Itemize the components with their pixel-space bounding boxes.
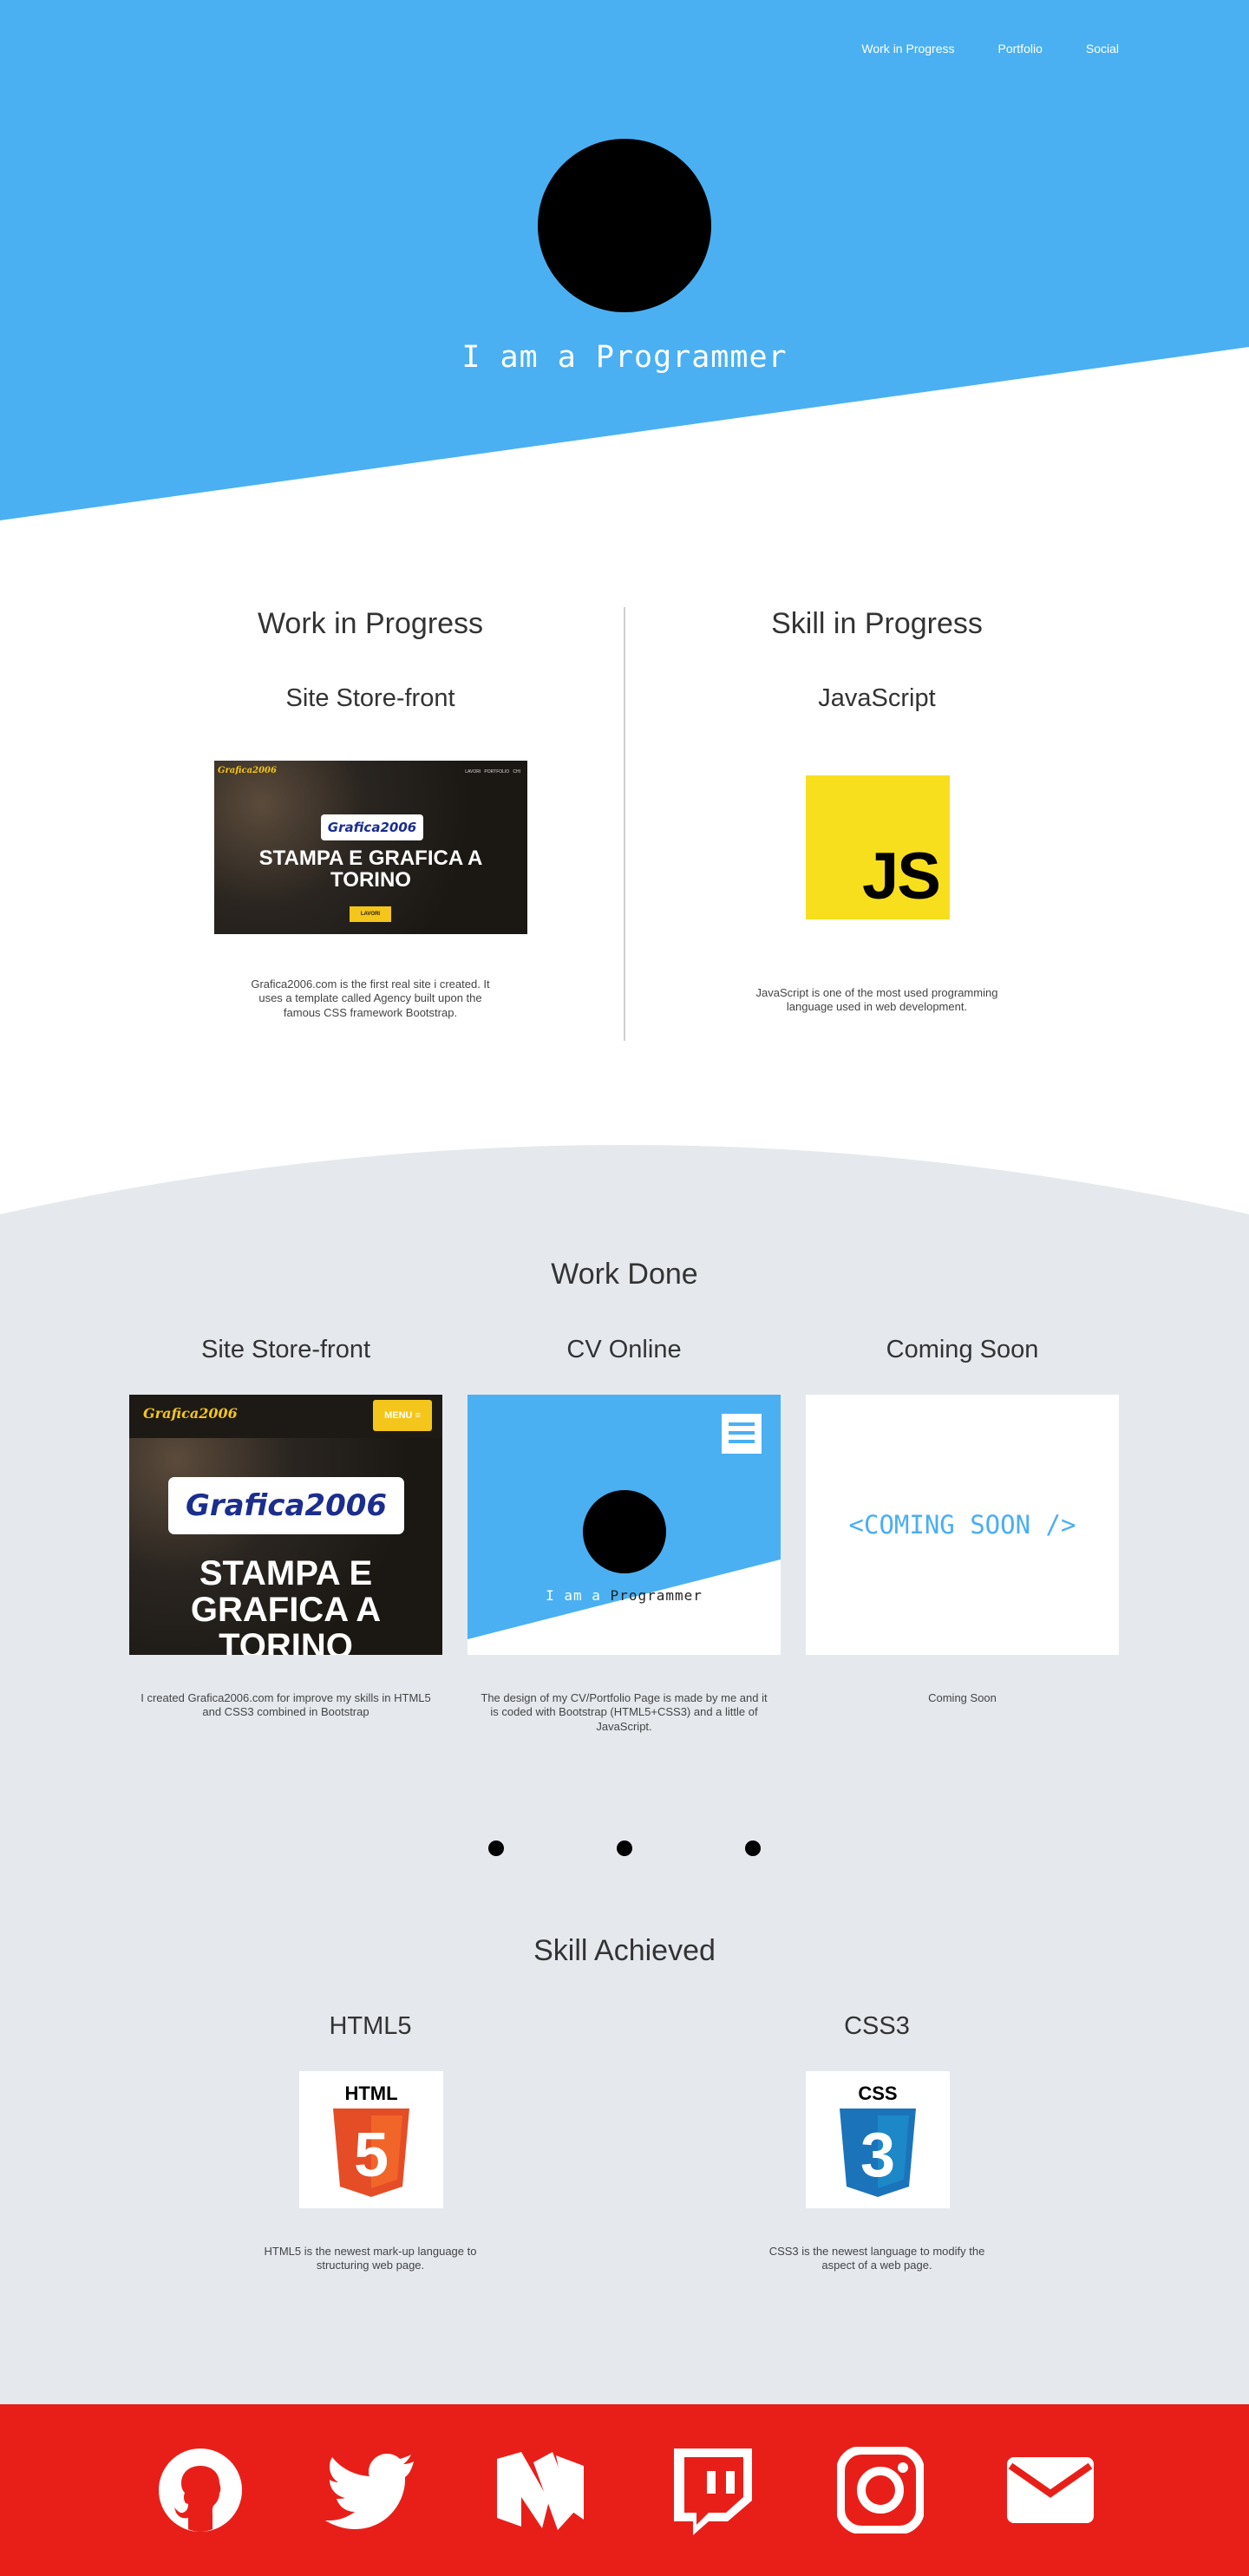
cv-online-screenshot[interactable]: I am a Programmer (468, 1395, 781, 1655)
top-nav: Work in Progress Portfolio Social (861, 42, 1119, 56)
css3-logo-icon: CSS 3 (806, 2071, 950, 2208)
css3-logo-label: CSS (858, 2082, 897, 2104)
card-title: Site Store-front (200, 1336, 371, 1363)
html5-shield-icon: HTML 5 (333, 2082, 409, 2197)
card-description: The design of my CV/Portfolio Page is ma… (481, 1691, 768, 1733)
work-in-progress-column: Work in Progress Site Store-front Grafic… (145, 607, 596, 1019)
twitter-icon[interactable] (325, 2445, 415, 2535)
work-done-card-cv-online: CV Online I am a Programmer The design o… (468, 1336, 781, 1733)
css3-logo-number: 3 (860, 2121, 895, 2190)
html5-logo-icon: HTML 5 (299, 2071, 443, 2208)
wip-thumb-brand: Grafica2006 (218, 766, 277, 775)
work-done-card-storefront: Site Store-front Grafica2006 MENU ≡ Graf… (129, 1336, 442, 1718)
carousel-dot[interactable] (617, 1840, 632, 1856)
skill-title: CSS3 (844, 2012, 910, 2040)
wip-project-screenshot[interactable]: Grafica2006 LAVORI PORTFOLIO CHI Grafica… (214, 761, 527, 934)
storefront-thumb-brand: Grafica2006 (143, 1405, 238, 1422)
avatar (538, 139, 711, 312)
cv-thumb-title-b: Programmer (610, 1587, 703, 1604)
wip-thumb-nav: LAVORI PORTFOLIO CHI (465, 769, 520, 775)
section-divider (624, 607, 625, 1041)
card-description: I created Grafica2006.com for improve my… (141, 1691, 431, 1719)
skill-achieved-heading: Skill Achieved (533, 1934, 716, 1967)
skill-description: HTML5 is the newest mark-up language to … (264, 2245, 477, 2272)
wip-project-title: Site Store-front (285, 684, 455, 712)
wip-description: Grafica2006.com is the first real site i… (251, 977, 490, 1019)
wip-thumb-nav-item: LAVORI (465, 769, 481, 775)
skill-html5: HTML5 HTML 5 HTML5 is the newest mark-up… (145, 2012, 596, 2272)
work-in-progress-heading: Work in Progress (257, 607, 484, 640)
coming-soon-text: <COMING SOON /> (848, 1510, 1076, 1540)
github-icon[interactable] (155, 2445, 245, 2535)
skill-in-progress-column: Skill in Progress JavaScript JS JavaScri… (651, 607, 1102, 1013)
storefront-thumb-logo-text: Grafica2006 (185, 1488, 388, 1523)
twitch-icon[interactable] (665, 2445, 755, 2535)
skill-in-progress-heading: Skill in Progress (771, 607, 983, 640)
javascript-logo-icon: JS (806, 775, 950, 919)
storefront-thumb-logo: Grafica2006 (168, 1477, 404, 1534)
nav-work-in-progress[interactable]: Work in Progress (861, 42, 954, 56)
carousel-dot[interactable] (488, 1840, 504, 1856)
instagram-icon[interactable] (835, 2445, 925, 2535)
html5-logo-label: HTML (344, 2082, 397, 2104)
wip-thumb-headline: STAMPA E GRAFICA A TORINO (258, 847, 483, 892)
sip-skill-title: JavaScript (818, 684, 936, 712)
storefront-thumb-headline: STAMPA E GRAFICA A TORINO (190, 1554, 382, 1655)
social-footer (0, 2404, 1249, 2576)
skill-title: HTML5 (329, 2012, 412, 2040)
wip-thumb-nav-item: CHI (513, 769, 520, 775)
coming-soon-screenshot[interactable]: <COMING SOON /> (806, 1395, 1119, 1655)
cv-thumb-title: I am a Programmer (468, 1587, 781, 1604)
card-title: Coming Soon (886, 1336, 1039, 1363)
medium-icon[interactable] (495, 2445, 585, 2535)
mail-icon[interactable] (1005, 2445, 1095, 2535)
wip-thumb-logo: Grafica2006 (321, 814, 423, 840)
progress-section: Work in Progress Site Store-front Grafic… (0, 520, 1249, 1128)
js-logo-text: JS (862, 840, 941, 913)
sip-description: JavaScript is one of the most used progr… (755, 986, 998, 1014)
nav-social[interactable]: Social (1086, 42, 1119, 56)
work-done-card-coming-soon: Coming Soon <COMING SOON /> Coming Soon (806, 1336, 1119, 1704)
html5-logo-number: 5 (354, 2121, 389, 2190)
carousel-dot[interactable] (745, 1840, 761, 1856)
cv-thumb-title-a: I am a (546, 1587, 611, 1604)
storefront-screenshot[interactable]: Grafica2006 MENU ≡ Grafica2006 STAMPA E … (129, 1395, 442, 1655)
skill-css3: CSS3 CSS 3 CSS3 is the newest language t… (651, 2012, 1102, 2272)
storefront-thumb-menu-button: MENU ≡ (373, 1400, 432, 1431)
wip-thumb-nav-item: PORTFOLIO (484, 769, 510, 775)
wip-thumb-logo-text: Grafica2006 (327, 820, 417, 835)
hero-title: I am a Programmer (461, 340, 788, 375)
card-title: CV Online (566, 1336, 682, 1363)
carousel-indicators (0, 1840, 1249, 1858)
work-done-background (0, 1145, 1249, 2404)
wip-thumb-button: LAVORI (350, 906, 391, 922)
cv-thumb-menu-icon (722, 1414, 762, 1454)
skill-description: CSS3 is the newest language to modify th… (768, 2245, 985, 2272)
hero-section: Work in Progress Portfolio Social I am a… (0, 0, 1249, 520)
work-done-heading: Work Done (551, 1258, 698, 1291)
work-done-section: Work Done Site Store-front Grafica2006 M… (0, 1128, 1249, 2404)
card-description: Coming Soon (928, 1691, 997, 1704)
css3-shield-icon: CSS 3 (840, 2082, 916, 2197)
nav-portfolio[interactable]: Portfolio (998, 42, 1043, 56)
